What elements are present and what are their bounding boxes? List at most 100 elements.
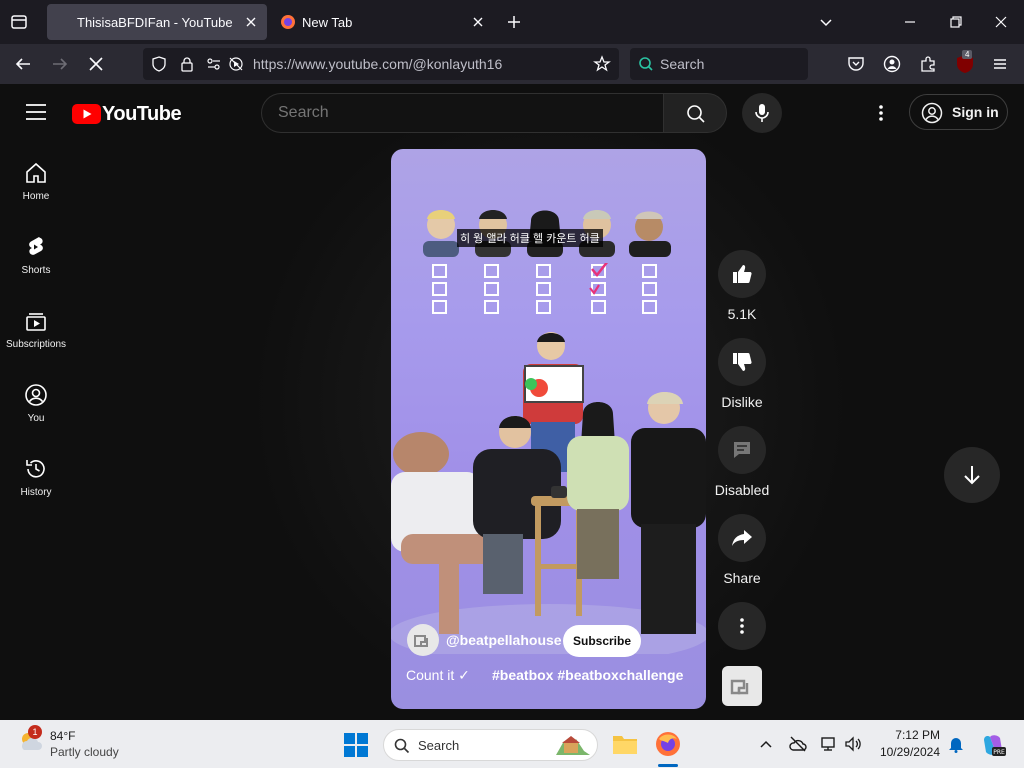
youtube-search-button[interactable] bbox=[663, 93, 727, 133]
weather-description[interactable]: Partly cloudy bbox=[50, 745, 119, 759]
more-actions-button[interactable] bbox=[710, 602, 774, 658]
extensions-icon[interactable] bbox=[919, 55, 937, 73]
tab-new-tab[interactable]: New Tab bbox=[272, 4, 494, 40]
comment-icon bbox=[734, 442, 750, 458]
weather-temperature[interactable]: 84°F bbox=[50, 729, 75, 743]
copilot-icon[interactable]: PRE bbox=[980, 732, 1006, 758]
short-hashtags[interactable]: #beatbox #beatboxchallenge bbox=[492, 667, 683, 683]
short-video-player[interactable]: 히 웡 앨라 허클 헬 카운트 허클 @beatpellahouse Subsc… bbox=[391, 149, 706, 709]
browser-search-bar[interactable]: Search bbox=[630, 48, 808, 80]
more-vert-icon bbox=[740, 618, 744, 634]
beatpella-logo-icon bbox=[414, 635, 428, 647]
youtube-logo-text[interactable]: YouTube bbox=[102, 103, 182, 126]
network-icon[interactable] bbox=[820, 735, 838, 753]
tab-youtube-label: ThisisaBFDIFan - YouTube bbox=[77, 14, 233, 30]
weather-widget[interactable]: 1 bbox=[18, 725, 44, 754]
comments-label: Disabled bbox=[714, 482, 770, 498]
youtube-search-box[interactable] bbox=[261, 93, 663, 133]
youtube-search-input[interactable] bbox=[278, 104, 638, 122]
cloud-offline-icon[interactable] bbox=[789, 735, 807, 753]
url-bar[interactable]: https://www.youtube.com/@konlayuth16 bbox=[143, 48, 619, 80]
shield-icon[interactable] bbox=[151, 56, 167, 72]
you-icon bbox=[25, 384, 47, 406]
account-icon[interactable] bbox=[883, 55, 901, 73]
voice-search-button[interactable] bbox=[742, 93, 782, 133]
sidebar-item-subscriptions[interactable]: Subscriptions bbox=[0, 309, 72, 350]
sidebar-item-label: History bbox=[20, 487, 52, 498]
firefox-taskbar-icon[interactable] bbox=[655, 731, 681, 757]
search-highlight-icon bbox=[552, 733, 594, 759]
tab-list-icon[interactable] bbox=[10, 13, 28, 31]
taskbar-time[interactable]: 7:12 PM bbox=[860, 728, 940, 742]
like-circle[interactable] bbox=[718, 250, 766, 298]
sidebar-item-shorts[interactable]: Shorts bbox=[0, 235, 72, 276]
youtube-logo-icon[interactable] bbox=[72, 104, 101, 124]
share-circle[interactable] bbox=[718, 514, 766, 562]
user-circle-icon bbox=[921, 102, 943, 124]
taskbar-date[interactable]: 10/29/2024 bbox=[860, 745, 940, 759]
guide-menu-icon[interactable] bbox=[26, 103, 46, 121]
more-actions-circle[interactable] bbox=[718, 602, 766, 650]
sidebar-item-you[interactable]: You bbox=[0, 383, 72, 424]
subscribe-label: Subscribe bbox=[572, 634, 632, 648]
forward-arrow-icon[interactable] bbox=[51, 55, 69, 73]
thumbs-down-icon bbox=[733, 353, 752, 371]
minimize-icon[interactable] bbox=[902, 14, 918, 30]
back-arrow-icon[interactable] bbox=[14, 55, 32, 73]
chevron-down-icon[interactable] bbox=[818, 14, 834, 30]
active-app-indicator bbox=[658, 764, 678, 767]
share-label: Share bbox=[723, 570, 761, 586]
permissions-icon[interactable] bbox=[206, 56, 222, 72]
checkbox-grid bbox=[431, 263, 671, 317]
subscribe-button[interactable]: Subscribe bbox=[563, 625, 641, 657]
tab-youtube[interactable]: ThisisaBFDIFan - YouTube bbox=[47, 4, 267, 40]
channel-handle[interactable]: @beatpellahouse bbox=[446, 632, 562, 648]
file-explorer-icon[interactable] bbox=[612, 732, 638, 756]
sidebar-item-history[interactable]: History bbox=[0, 457, 72, 498]
url-text[interactable]: https://www.youtube.com/@konlayuth16 bbox=[253, 56, 502, 72]
share-button[interactable]: Share bbox=[710, 514, 774, 586]
video-overlay-caption: 히 웡 앨라 허클 헬 카운트 허클 bbox=[457, 229, 603, 247]
svg-text:PRE: PRE bbox=[993, 749, 1005, 756]
hamburger-menu-icon[interactable] bbox=[991, 55, 1009, 73]
windows-start-icon[interactable] bbox=[344, 733, 368, 757]
taskbar-search-box[interactable]: Search bbox=[383, 729, 598, 761]
sidebar-item-label: You bbox=[27, 413, 45, 424]
notification-bell-icon[interactable] bbox=[948, 735, 964, 753]
chevron-up-icon[interactable] bbox=[759, 737, 773, 751]
stop-loading-icon[interactable] bbox=[87, 55, 105, 73]
ublock-icon[interactable]: 4 bbox=[955, 50, 975, 75]
channel-avatar[interactable] bbox=[407, 624, 439, 656]
history-icon bbox=[26, 460, 45, 478]
pocket-icon[interactable] bbox=[847, 55, 865, 73]
autoplay-blocked-icon[interactable] bbox=[228, 56, 244, 72]
more-options-icon[interactable] bbox=[878, 104, 884, 122]
sidebar-item-home[interactable]: Home bbox=[0, 161, 72, 202]
tab-new-tab-label: New Tab bbox=[302, 14, 353, 30]
sidebar-item-label: Shorts bbox=[21, 265, 51, 276]
browser-search-placeholder: Search bbox=[660, 56, 705, 72]
beatpella-logo-icon bbox=[730, 679, 749, 695]
lock-icon[interactable] bbox=[179, 56, 195, 72]
dislike-circle[interactable] bbox=[718, 338, 766, 386]
sign-in-button[interactable]: Sign in bbox=[909, 94, 1008, 130]
weather-badge: 1 bbox=[28, 725, 42, 739]
extension-badge: 4 bbox=[962, 50, 973, 59]
bookmark-star-icon[interactable] bbox=[593, 55, 611, 73]
sidebar-item-label: Home bbox=[22, 191, 50, 202]
next-short-button[interactable] bbox=[944, 447, 1000, 503]
youtube-page: YouTube Sign in Home Shorts Subscription… bbox=[0, 84, 1024, 720]
dislike-button[interactable]: Dislike bbox=[710, 338, 774, 410]
close-tab-icon[interactable] bbox=[243, 14, 259, 30]
like-button[interactable]: 5.1K bbox=[710, 250, 774, 322]
close-tab-icon[interactable] bbox=[470, 14, 486, 30]
browser-tab-strip: ThisisaBFDIFan - YouTube New Tab bbox=[0, 0, 1024, 44]
restore-icon[interactable] bbox=[948, 14, 964, 30]
sound-thumbnail[interactable] bbox=[722, 666, 762, 706]
comments-circle bbox=[718, 426, 766, 474]
dislike-label: Dislike bbox=[721, 394, 763, 410]
close-window-icon[interactable] bbox=[993, 14, 1009, 30]
new-tab-plus-icon[interactable] bbox=[506, 14, 522, 30]
video-people-scene bbox=[391, 324, 706, 654]
subscriptions-icon bbox=[26, 313, 46, 331]
